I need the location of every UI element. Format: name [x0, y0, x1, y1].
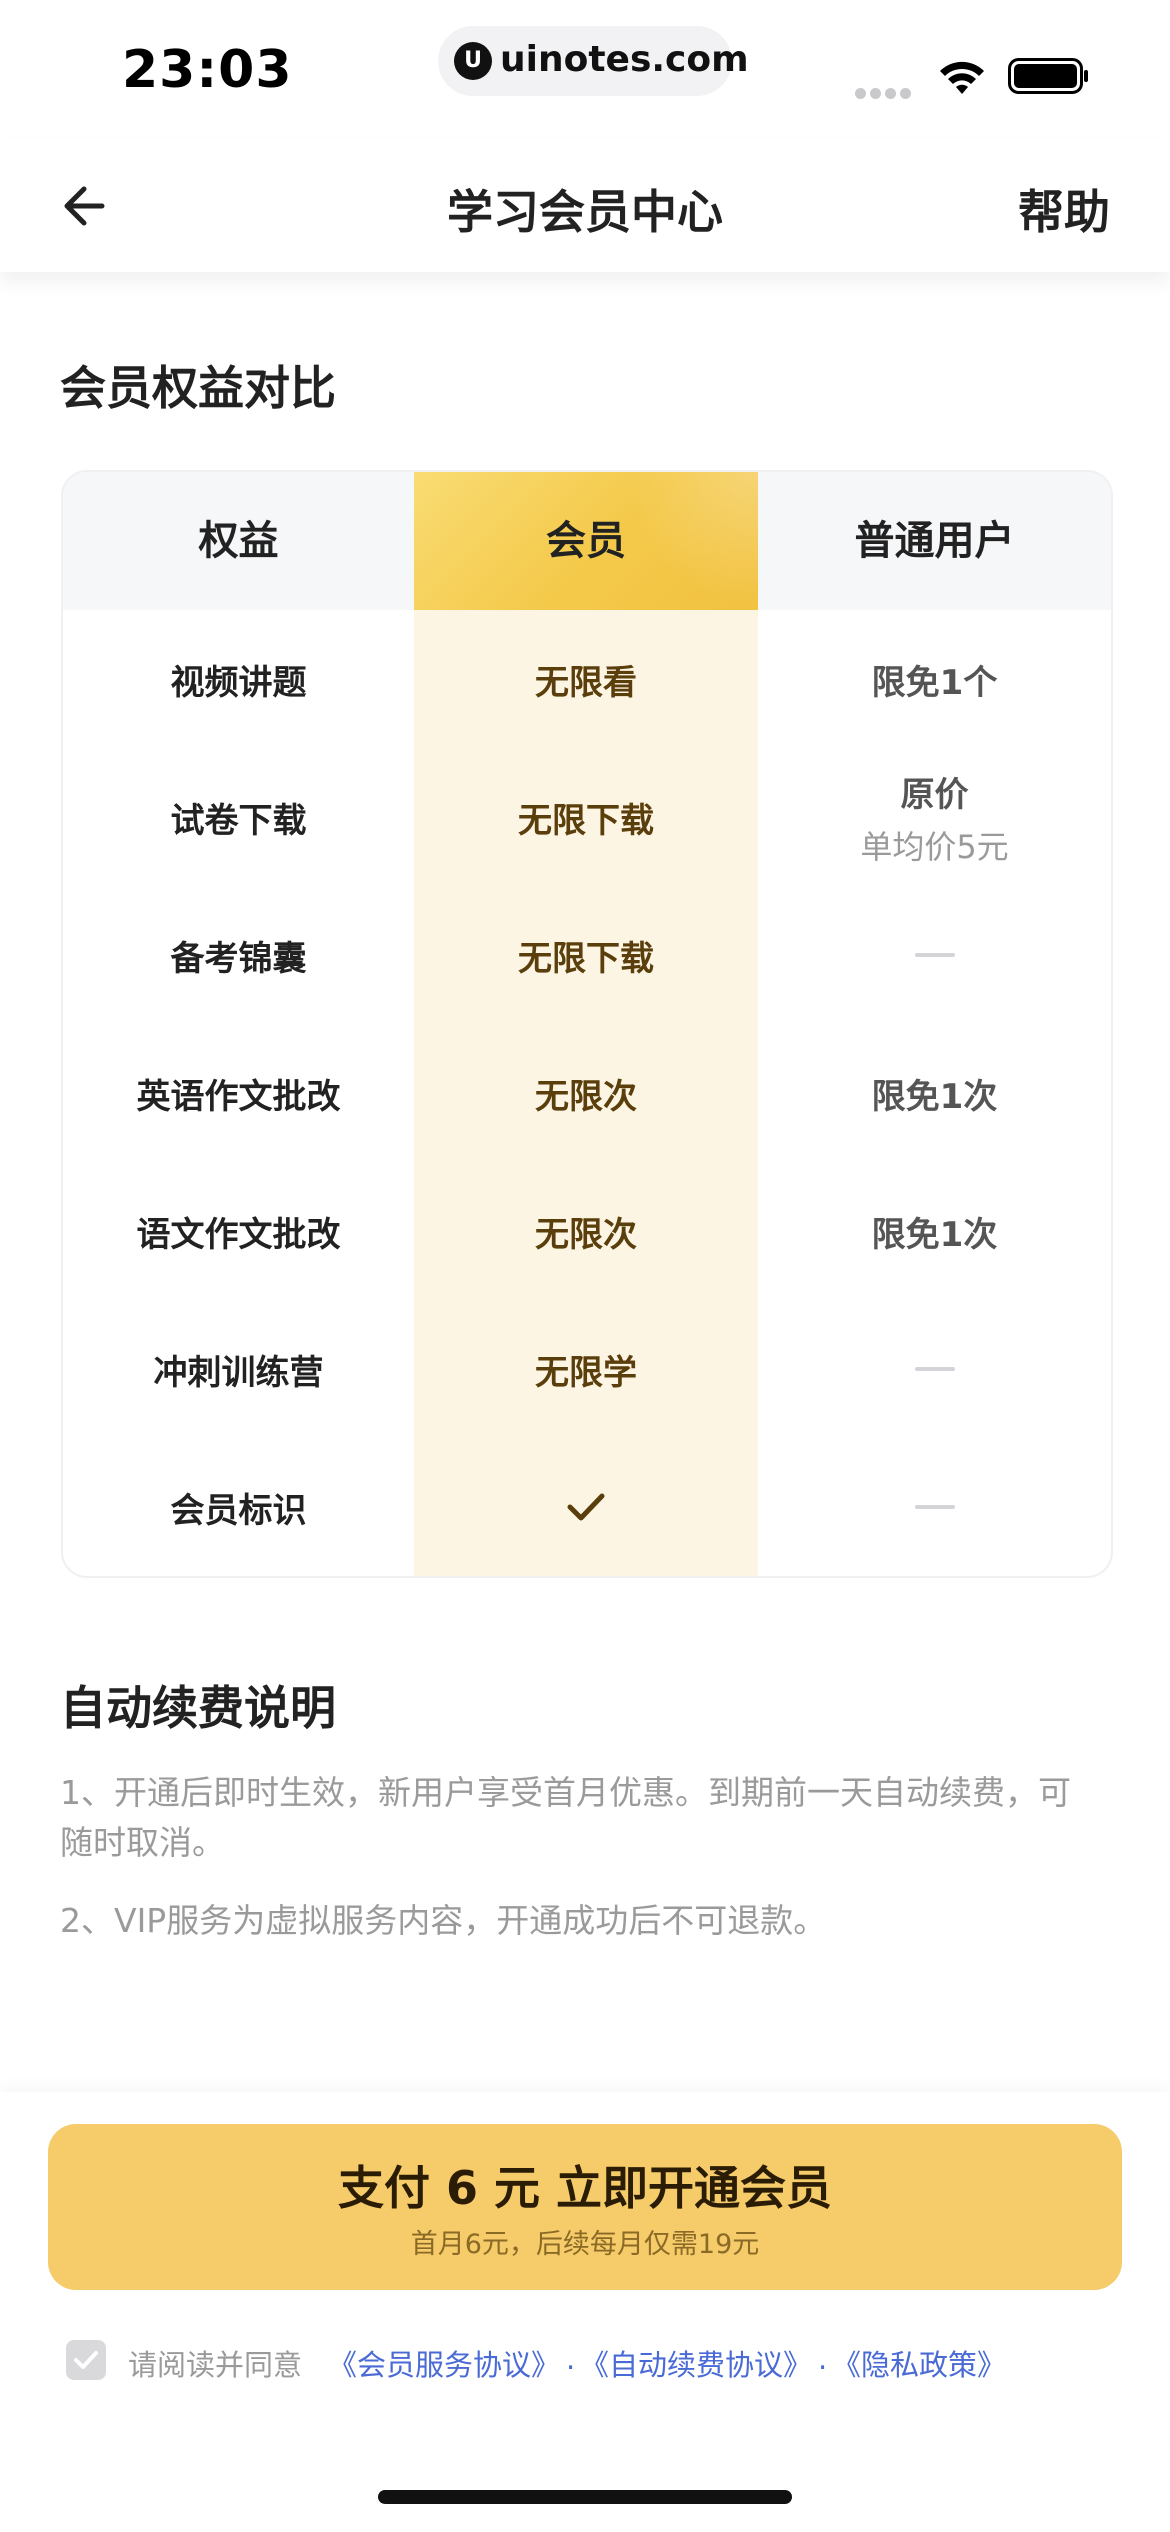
member-value: 无限次 — [535, 1214, 637, 1255]
signal-icon — [855, 84, 917, 99]
table-row: 英语作文批改 无限次 限免1次 — [63, 1024, 1111, 1162]
table-row: 语文作文批改 无限次 限免1次 — [63, 1162, 1111, 1300]
wifi-icon — [940, 61, 984, 94]
status-bar: 23:03 U uinotes.com — [0, 0, 1170, 140]
table-row: 会员标识 — [63, 1438, 1111, 1576]
table-row: 试卷下载 无限下载 原价 单均价5元 — [63, 748, 1111, 886]
normal-value: 原价 单均价5元 — [758, 748, 1111, 886]
checkbox-check-icon — [74, 2351, 98, 2369]
help-button[interactable]: 帮助 — [1018, 176, 1110, 242]
benefit-name: 冲刺训练营 — [153, 1352, 324, 1393]
benefit-name: 视频讲题 — [170, 662, 307, 703]
agreement-prefix: 请阅读并同意 — [128, 2348, 303, 2382]
pay-subscribe-button[interactable]: 支付 6 元 立即开通会员 首月6元，后续每月仅需19元 — [48, 2124, 1122, 2290]
not-available-dash-icon — [914, 1367, 955, 1371]
normal-value: 限免1个 — [871, 662, 998, 703]
header-normal-user: 普通用户 — [854, 518, 1015, 564]
battery-icon — [1008, 58, 1088, 94]
benefit-name: 会员标识 — [170, 1490, 307, 1531]
benefit-name: 语文作文批改 — [136, 1214, 341, 1255]
site-logo-icon: U — [454, 42, 492, 80]
member-value: 无限学 — [535, 1352, 637, 1393]
member-value: 无限次 — [535, 1076, 637, 1117]
url-pill[interactable]: U uinotes.com — [438, 26, 749, 96]
home-indicator — [378, 2490, 792, 2504]
benefit-name: 试卷下载 — [170, 800, 307, 841]
renewal-note: 1、开通后即时生效，新用户享受首月优惠。到期前一天自动续费，可随时取消。 — [60, 1773, 1071, 1862]
member-value: 无限下载 — [518, 800, 654, 841]
agreement-separator: . — [566, 2342, 576, 2376]
nav-bar: 学习会员中心 帮助 — [0, 140, 1170, 272]
normal-value-main: 原价 — [900, 774, 969, 815]
agreement-separator: . — [818, 2342, 828, 2376]
agreement-checkbox[interactable] — [66, 2340, 106, 2380]
normal-value — [758, 1300, 1111, 1438]
member-service-agreement-link[interactable]: 《会员服务协议》 — [328, 2342, 560, 2384]
member-value — [414, 1438, 758, 1576]
auto-renewal-agreement-link[interactable]: 《自动续费协议》 — [580, 2342, 812, 2384]
normal-value — [758, 1438, 1111, 1576]
not-available-dash-icon — [914, 1505, 955, 1509]
url-text: uinotes.com — [500, 39, 749, 80]
member-center-page: 23:03 U uinotes.com 学习会员中心 帮助 会员权益对比 权益 … — [0, 0, 1170, 2532]
member-value: 无限看 — [535, 662, 637, 703]
benefits-section-title: 会员权益对比 — [60, 361, 336, 415]
header-benefit: 权益 — [198, 518, 279, 564]
normal-value-sub: 单均价5元 — [860, 827, 1009, 866]
normal-value: 限免1次 — [871, 1214, 998, 1255]
benefit-name: 备考锦囊 — [170, 938, 307, 979]
table-row: 备考锦囊 无限下载 — [63, 886, 1111, 1024]
pay-button-label: 支付 6 元 立即开通会员 — [337, 2161, 833, 2215]
pay-button-sublabel: 首月6元，后续每月仅需19元 — [410, 2229, 760, 2260]
table-row: 冲刺训练营 无限学 — [63, 1300, 1111, 1438]
agreement-row: 请阅读并同意 《会员服务协议》 . 《自动续费协议》 . 《隐私政策》 — [66, 2338, 1126, 2384]
header-member: 会员 — [414, 472, 758, 610]
normal-value — [758, 886, 1111, 1024]
renewal-section-title: 自动续费说明 — [60, 1681, 336, 1735]
member-value: 无限下载 — [518, 938, 654, 979]
benefits-comparison-table: 权益 会员 普通用户 视频讲题 无限看 限免1个 试卷下载 无限下载 原价 单均… — [61, 470, 1113, 1578]
normal-value: 限免1次 — [871, 1076, 998, 1117]
not-available-dash-icon — [914, 953, 955, 957]
table-row: 视频讲题 无限看 限免1个 — [63, 610, 1111, 748]
privacy-policy-link[interactable]: 《隐私政策》 — [832, 2342, 1006, 2384]
checkmark-icon — [567, 1493, 605, 1521]
renewal-note: 2、VIP服务为虚拟服务内容，开通成功后不可退款。 — [60, 1901, 827, 1940]
page-title: 学习会员中心 — [447, 185, 723, 239]
benefit-name: 英语作文批改 — [136, 1076, 341, 1117]
status-time: 23:03 — [122, 40, 293, 100]
table-header-row: 权益 会员 普通用户 — [63, 472, 1111, 610]
